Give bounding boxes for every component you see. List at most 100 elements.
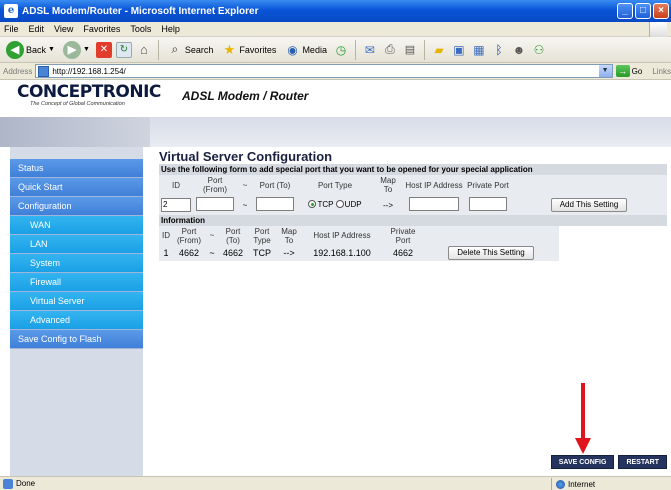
menu-tools[interactable]: Tools — [130, 24, 151, 34]
maximize-button[interactable]: □ — [635, 3, 651, 19]
forward-button[interactable]: ▶ ▼ — [61, 39, 92, 61]
private-port-input[interactable] — [469, 197, 507, 211]
col-private-port: Private Port — [467, 180, 509, 190]
id-input[interactable]: 2 — [161, 198, 191, 212]
sidebar-item-wan[interactable]: WAN — [10, 216, 143, 235]
sidebar-item-save-config[interactable]: Save Config to Flash — [10, 330, 143, 349]
bluetooth-icon[interactable]: ᛒ — [491, 42, 507, 58]
col-port-to: Port (To) — [259, 180, 291, 190]
window-icon[interactable]: ▦ — [471, 42, 487, 58]
go-button[interactable]: → Go — [615, 65, 642, 77]
page-icon[interactable]: ▣ — [451, 42, 467, 58]
menu-help[interactable]: Help — [161, 24, 180, 34]
messenger-icon[interactable]: ☻ — [511, 42, 527, 58]
search-button[interactable]: ⌕ Search — [165, 39, 216, 61]
row-map-arrow: --> — [283, 248, 295, 258]
sidebar-item-system[interactable]: System — [10, 254, 143, 273]
col-tilde: ~ — [242, 180, 248, 190]
add-setting-button[interactable]: Add This Setting — [550, 198, 628, 212]
header-band — [0, 117, 671, 147]
status-bar: Done Internet — [0, 476, 671, 490]
brand-logo: CONCEPTRONIC — [17, 82, 161, 102]
forward-arrow-icon: ▶ — [62, 40, 81, 59]
col-port-from: Port (From) — [203, 176, 227, 194]
udp-radio[interactable]: UDP — [335, 200, 362, 209]
ie-window: e ADSL Modem/Router - Microsoft Internet… — [0, 0, 671, 490]
history-icon[interactable]: ◷ — [333, 42, 349, 58]
col-host-ip: Host IP Address — [313, 231, 371, 240]
sidebar-item-status[interactable]: Status — [10, 159, 143, 178]
menu-edit[interactable]: Edit — [29, 24, 45, 34]
radio-selected-icon — [308, 200, 317, 209]
address-input[interactable]: http://192.168.1.254/ ▼ — [35, 64, 613, 78]
home-icon[interactable]: ⌂ — [136, 42, 152, 58]
edit-icon[interactable]: ▤ — [402, 42, 418, 58]
col-port-from: Port (From) — [177, 226, 201, 245]
go-arrow-icon: → — [615, 65, 630, 77]
host-ip-input[interactable] — [409, 197, 459, 211]
media-button[interactable]: ◉ Media — [282, 39, 329, 61]
port-from-input[interactable] — [196, 197, 234, 211]
col-map-to: Map To — [281, 226, 297, 245]
annotation-arrow — [575, 383, 591, 455]
info-section-title: Information — [159, 215, 667, 226]
stop-icon[interactable]: ✕ — [95, 41, 112, 58]
globe-icon — [556, 479, 565, 489]
brand-tagline: The Concept of Global Communication — [30, 101, 125, 107]
row-private-port: 4662 — [392, 248, 414, 258]
security-zone: Internet — [551, 478, 671, 490]
row-tilde: ~ — [209, 248, 215, 258]
col-port-type: Port Type — [317, 180, 353, 190]
sidebar-item-firewall[interactable]: Firewall — [10, 273, 143, 292]
col-id: ID — [172, 180, 180, 190]
port-to-input[interactable] — [256, 197, 294, 211]
back-button[interactable]: ◀ Back ▼ — [4, 39, 57, 61]
map-arrow: --> — [383, 200, 393, 210]
users-icon[interactable]: ⚇ — [531, 42, 547, 58]
menu-file[interactable]: File — [4, 24, 19, 34]
row-host-ip: 192.168.1.100 — [313, 248, 371, 258]
sidebar-nav: Status Quick Start Configuration WAN LAN… — [10, 147, 143, 476]
favorites-button[interactable]: ★ Favorites — [219, 39, 278, 61]
save-config-button[interactable]: SAVE CONFIG — [550, 455, 615, 469]
col-port-type: Port Type — [253, 226, 271, 245]
virtual-server-table: ID Port (From) ~ Port (To) Port Type Map… — [159, 226, 559, 261]
row-port-to: 4662 — [222, 248, 244, 258]
sidebar-item-lan[interactable]: LAN — [10, 235, 143, 254]
links-toolbar[interactable]: Links — [652, 67, 671, 76]
status-text: Done — [16, 479, 36, 488]
star-icon: ★ — [223, 41, 236, 57]
restart-button[interactable]: RESTART — [618, 455, 667, 469]
media-icon: ◉ — [287, 42, 298, 57]
menu-favorites[interactable]: Favorites — [83, 24, 120, 34]
windows-flag-icon — [649, 22, 667, 37]
sidebar-item-configuration[interactable]: Configuration — [10, 197, 143, 216]
col-id: ID — [162, 231, 170, 240]
mail-icon[interactable]: ✉ — [362, 42, 378, 58]
address-label: Address — [3, 66, 33, 76]
col-host-ip: Host IP Address — [405, 180, 463, 190]
radio-unselected-icon — [335, 200, 344, 209]
address-bar: Address http://192.168.1.254/ ▼ → Go Lin… — [0, 63, 671, 80]
col-port-to: Port (To) — [225, 226, 241, 245]
print-icon[interactable]: ⎙ — [382, 42, 398, 58]
close-button[interactable]: × — [653, 3, 669, 19]
add-virtual-server-form: Use the following form to add special po… — [159, 164, 667, 215]
zone-label: Internet — [568, 479, 596, 489]
menu-view[interactable]: View — [54, 24, 73, 34]
product-title: ADSL Modem / Router — [182, 89, 309, 103]
minimize-button[interactable]: _ — [617, 3, 633, 19]
menu-bar: File Edit View Favorites Tools Help — [0, 22, 671, 37]
sidebar-item-virtual-server[interactable]: Virtual Server — [10, 292, 143, 311]
chevron-down-icon[interactable]: ▼ — [598, 65, 612, 77]
delete-setting-button[interactable]: Delete This Setting — [448, 246, 534, 260]
tilde-text: ~ — [242, 200, 248, 210]
folder-icon[interactable]: ▰ — [431, 42, 447, 58]
tcp-radio[interactable]: TCP — [308, 200, 333, 209]
sidebar-item-quick-start[interactable]: Quick Start — [10, 178, 143, 197]
row-id: 1 — [163, 248, 169, 258]
col-private-port: Private Port — [390, 226, 416, 245]
refresh-icon[interactable]: ↻ — [115, 41, 132, 58]
page-content: CONCEPTRONIC The Concept of Global Commu… — [0, 80, 671, 476]
sidebar-item-advanced[interactable]: Advanced — [10, 311, 143, 330]
